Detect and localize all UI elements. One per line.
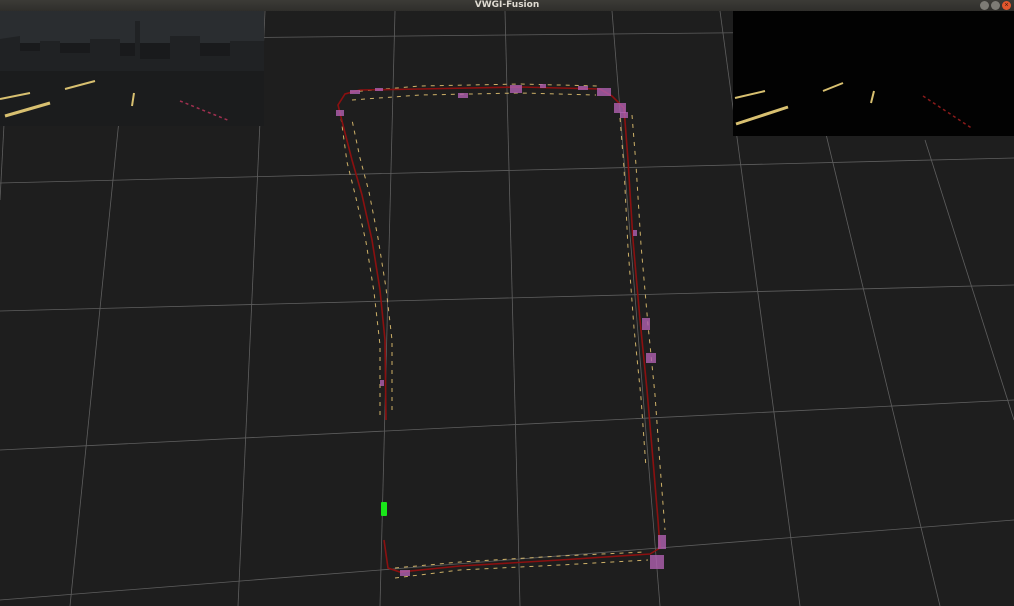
right-camera-view [733, 11, 1014, 136]
feature-cluster [650, 555, 664, 569]
feature-cluster [614, 103, 626, 113]
left-camera-view [0, 11, 264, 126]
feature-cluster [597, 88, 611, 96]
feature-cluster [375, 88, 383, 91]
close-icon[interactable]: × [1002, 1, 1011, 10]
window-title: VWGI-Fusion [474, 0, 540, 10]
feature-cluster [633, 230, 637, 236]
feature-cluster [646, 353, 656, 363]
feature-cluster [658, 535, 666, 549]
feature-cluster [540, 84, 546, 88]
vehicle-marker [381, 502, 387, 516]
minimize-icon[interactable] [980, 1, 989, 10]
feature-cluster [380, 380, 384, 386]
feature-cluster [336, 110, 344, 116]
feature-cluster [400, 570, 410, 576]
feature-cluster [458, 93, 468, 98]
feature-cluster [350, 90, 360, 94]
app-window: VWGI-Fusion × [0, 0, 1014, 606]
title-bar[interactable]: VWGI-Fusion × [0, 0, 1014, 11]
feature-cluster [578, 86, 588, 90]
feature-cluster [642, 318, 650, 330]
maximize-icon[interactable] [991, 1, 1000, 10]
feature-cluster [510, 85, 522, 93]
feature-cluster [620, 112, 628, 118]
